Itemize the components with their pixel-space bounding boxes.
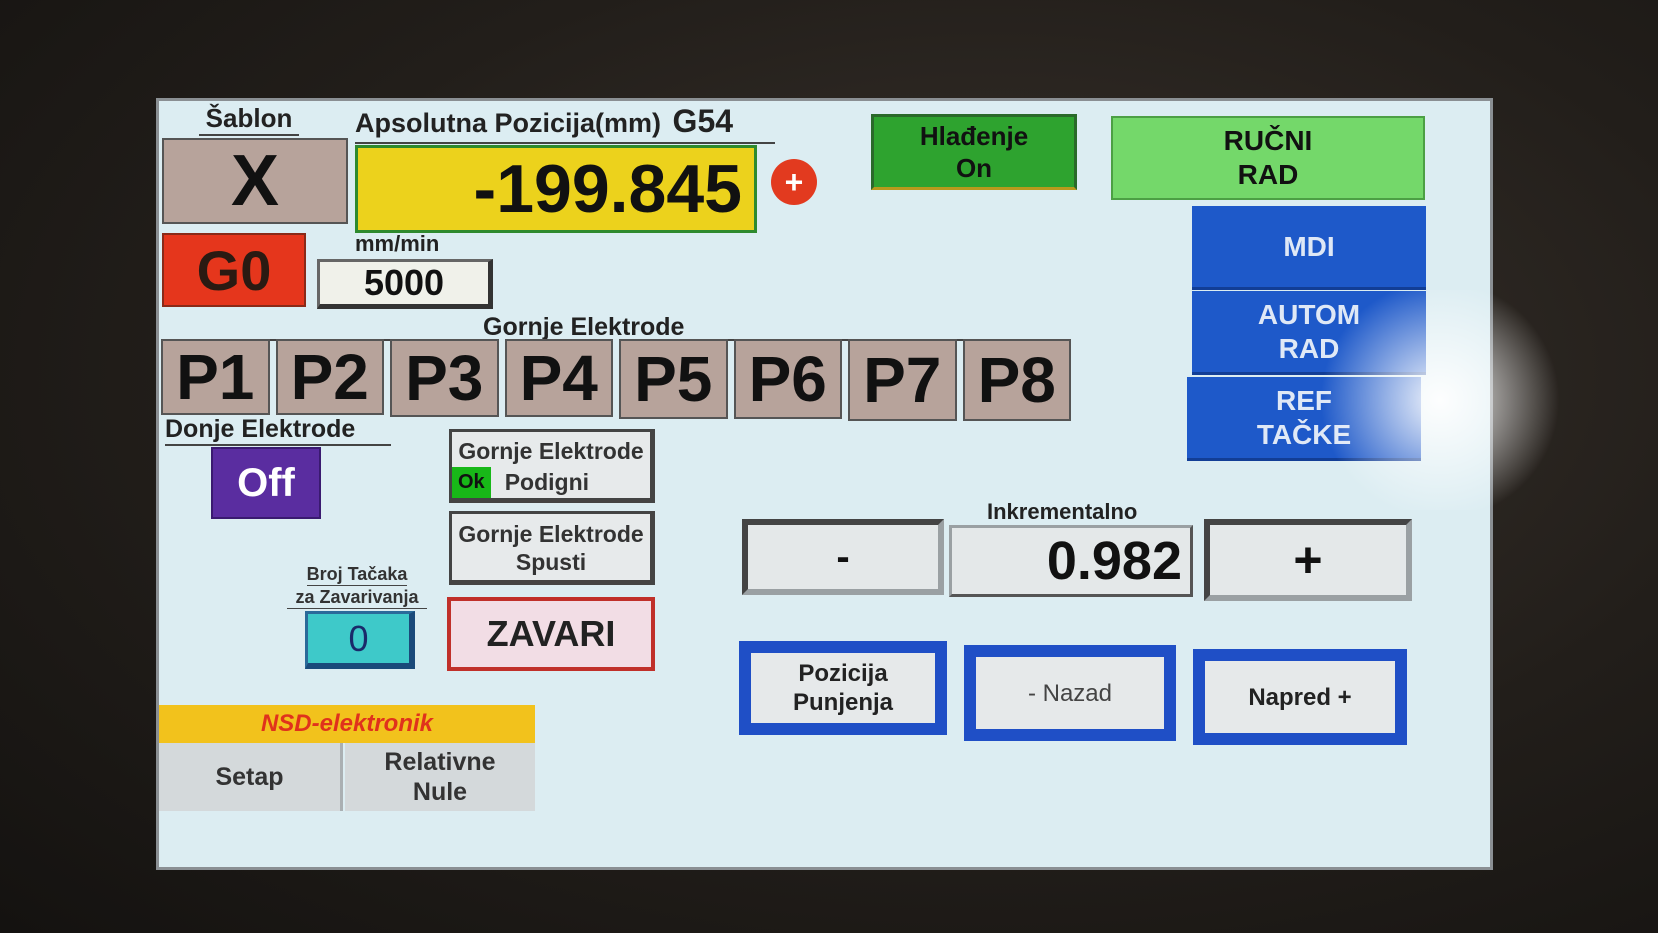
mdi-mode-button[interactable]: MDI — [1192, 206, 1426, 290]
ref-points-button[interactable]: REF TAČKE — [1187, 377, 1421, 461]
auto-mode-line2: RAD — [1278, 332, 1340, 364]
position-label-text: Apsolutna Pozicija(mm) — [355, 108, 662, 138]
electrode-p5-button[interactable]: P5 — [619, 339, 728, 419]
cooling-toggle-button[interactable]: Hlađenje On — [871, 114, 1077, 190]
load-position-line2: Punjenja — [792, 689, 894, 716]
upper-electrodes-title: Gornje Elektrode — [477, 313, 691, 342]
electrode-p1-button[interactable]: P1 — [161, 339, 270, 415]
electrode-p3-button[interactable]: P3 — [390, 339, 499, 417]
increment-value-field[interactable]: 0.982 — [949, 525, 1193, 597]
manual-mode-button[interactable]: RUČNI RAD — [1111, 116, 1425, 200]
electrode-p6-button[interactable]: P6 — [733, 339, 842, 419]
load-position-button[interactable]: Pozicija Punjenja — [739, 641, 947, 735]
jog-plus-button[interactable]: + — [1204, 519, 1412, 601]
position-label: Apsolutna Pozicija(mm) G54 — [355, 103, 775, 144]
relative-zeros-line2: Nule — [412, 778, 468, 806]
weld-points-label-line1: Broj Tačaka — [306, 564, 408, 586]
raise-electrodes-button[interactable]: Gornje Elektrode Ok Podigni — [449, 429, 655, 503]
lower-electrodes-action-label: Spusti — [515, 549, 587, 575]
raise-electrodes-row: Ok Podigni — [452, 467, 650, 498]
jog-minus-button[interactable]: - — [742, 519, 944, 595]
relative-zeros-button[interactable]: Relativne Nule — [345, 743, 535, 811]
gcode-mode-button[interactable]: G0 — [162, 233, 306, 307]
setup-button[interactable]: Setap — [159, 743, 343, 811]
relative-zeros-line1: Relativne — [384, 748, 496, 776]
electrode-p8-button[interactable]: P8 — [962, 339, 1071, 421]
cooling-label: Hlađenje — [919, 121, 1029, 151]
hmi-screen: Šablon X Apsolutna Pozicija(mm) G54 -199… — [156, 98, 1493, 870]
ref-points-line1: REF — [1276, 384, 1332, 416]
plus-direction-icon[interactable]: + — [771, 159, 817, 205]
absolute-position-display: -199.845 — [355, 145, 757, 233]
lower-electrodes-button[interactable]: Gornje Elektrode Spusti — [449, 511, 655, 585]
ref-points-line2: TAČKE — [1256, 418, 1352, 450]
manual-mode-line1: RUČNI — [1223, 125, 1313, 156]
load-position-line1: Pozicija — [798, 660, 888, 687]
axis-select-button[interactable]: X — [162, 138, 348, 224]
electrode-p4-button[interactable]: P4 — [504, 339, 613, 417]
forward-button[interactable]: Napred + — [1193, 649, 1407, 745]
feed-rate-field[interactable]: 5000 — [317, 259, 493, 309]
auto-mode-line1: AUTOM — [1257, 298, 1361, 330]
raise-electrodes-label: Podigni — [504, 469, 590, 495]
weld-points-label: Broj Tačaka za Zavarivanja — [287, 563, 427, 609]
upper-electrode-buttons: P1 P2 P3 P4 P5 P6 P7 P8 — [161, 339, 1071, 421]
weld-button[interactable]: ZAVARI — [447, 597, 655, 671]
manual-mode-line2: RAD — [1237, 159, 1299, 190]
electrode-p2-button[interactable]: P2 — [275, 339, 384, 415]
brand-bar: NSD-elektronik — [159, 705, 535, 743]
lower-electrodes-action-title: Gornje Elektrode — [458, 521, 644, 547]
lower-electrodes-toggle[interactable]: Off — [211, 447, 321, 519]
template-label: Šablon — [199, 103, 299, 136]
raise-electrodes-title: Gornje Elektrode — [458, 438, 644, 464]
lower-electrodes-title: Donje Elektrode — [165, 415, 391, 446]
weld-points-field[interactable]: 0 — [305, 611, 415, 669]
auto-mode-button[interactable]: AUTOM RAD — [1192, 291, 1426, 375]
feed-unit-label: mm/min — [355, 231, 440, 256]
back-button[interactable]: - Nazad — [964, 645, 1176, 741]
increment-label: Inkrementalno — [987, 499, 1138, 524]
raise-status-indicator: Ok — [452, 467, 491, 498]
electrode-p7-button[interactable]: P7 — [848, 339, 957, 421]
weld-points-label-line2: za Zavarivanja — [287, 586, 427, 609]
cooling-state: On — [955, 153, 993, 183]
coord-system: G54 — [672, 103, 734, 139]
